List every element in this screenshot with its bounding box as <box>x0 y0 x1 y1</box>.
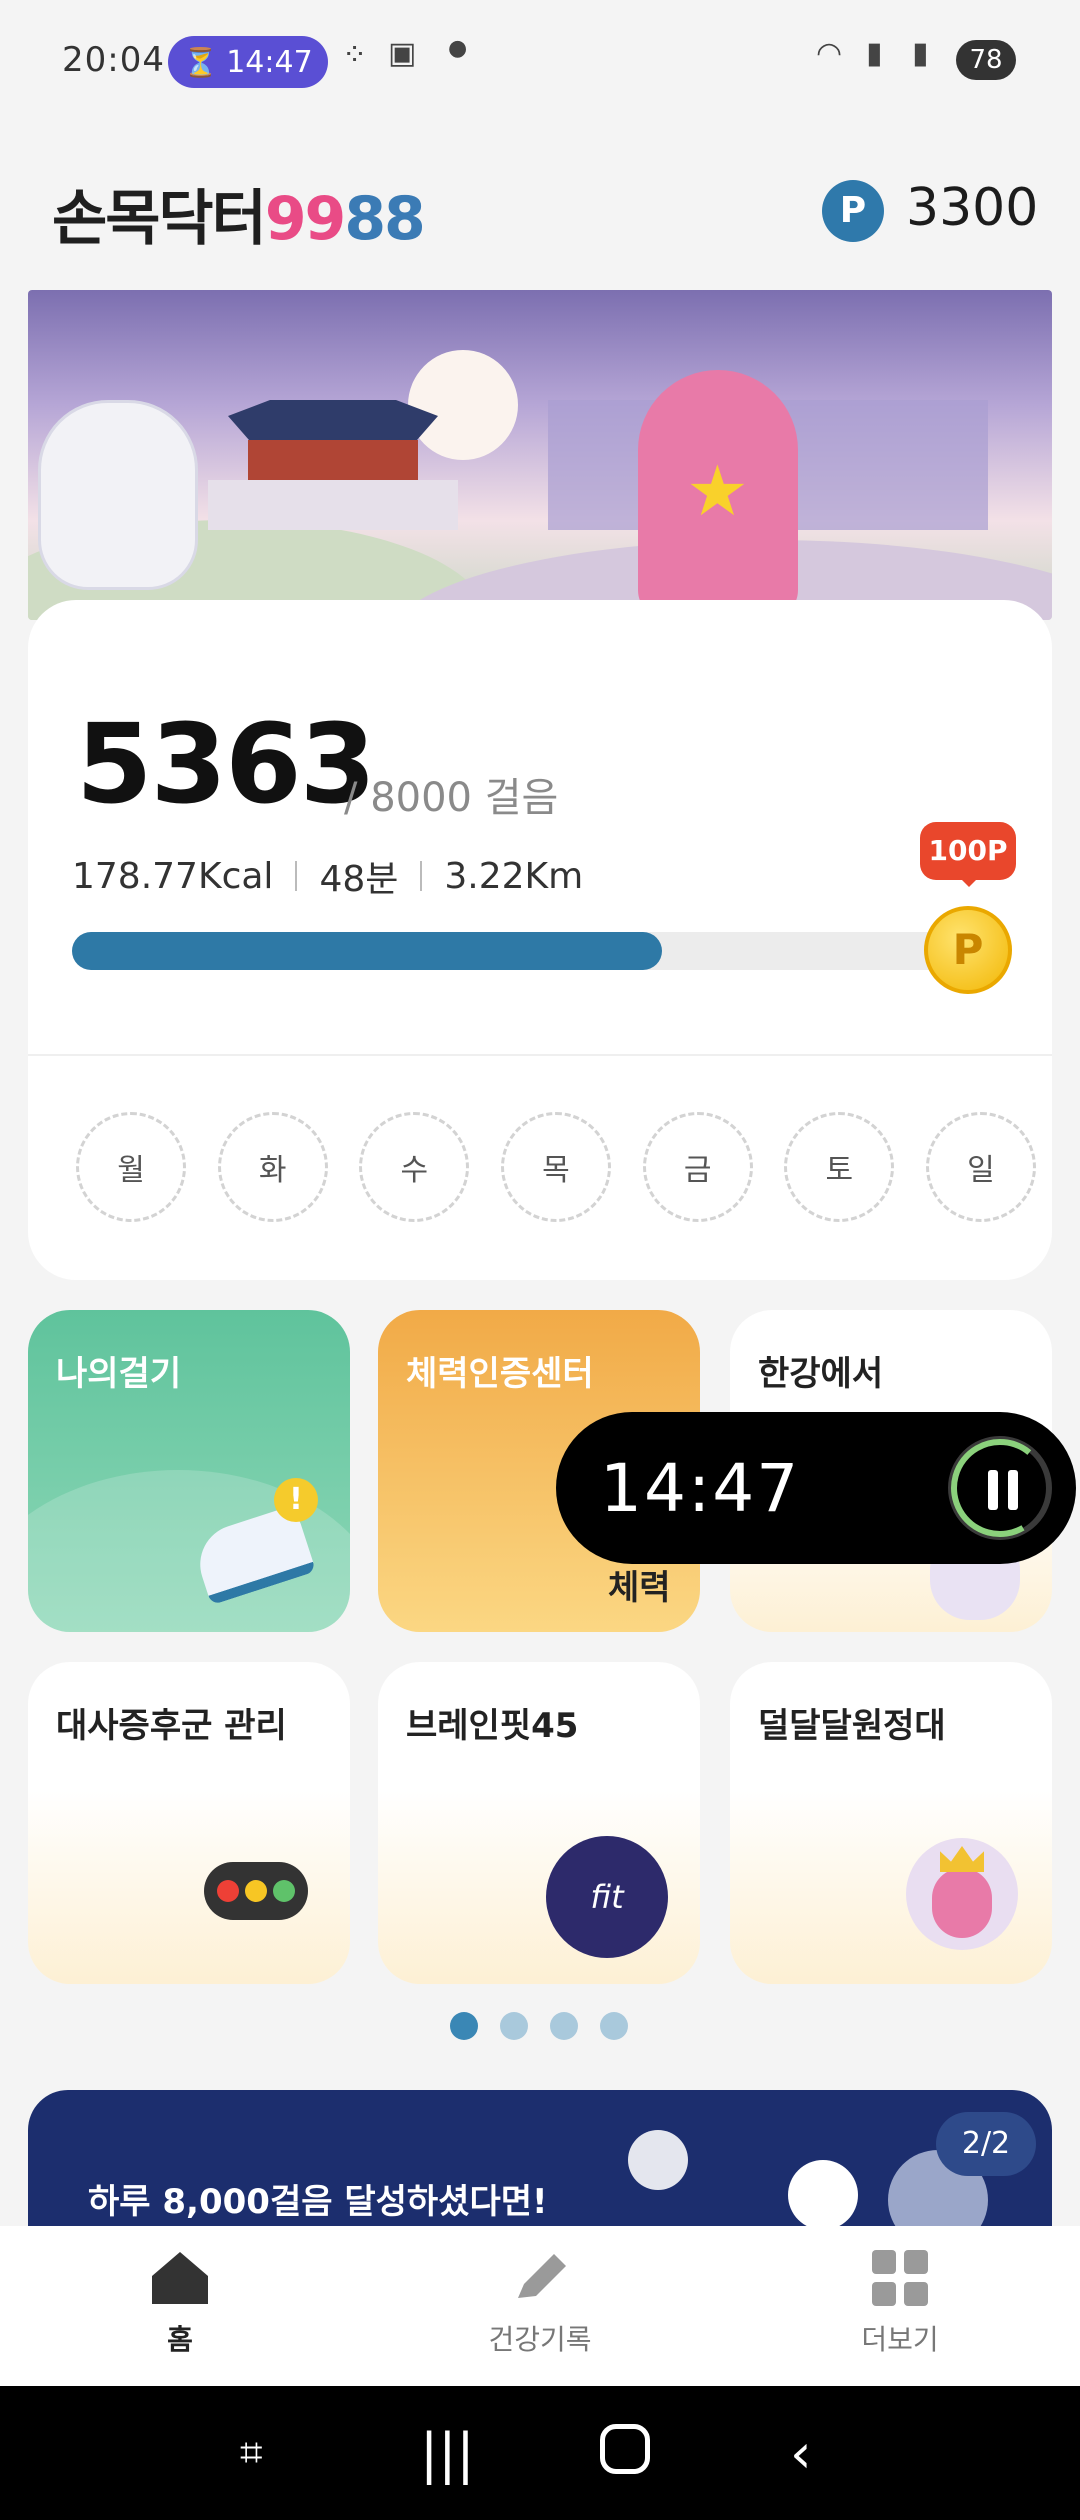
hourglass-icon: ⏳ <box>183 45 219 79</box>
mascot-decoration-icon <box>788 2160 858 2230</box>
timer-chip[interactable]: ⏳ 14:47 <box>168 36 328 88</box>
divider <box>295 861 298 891</box>
floating-timer-widget[interactable]: 14:47 <box>556 1412 1076 1564</box>
home-button[interactable] <box>600 2424 650 2474</box>
status-bar: 20:04 ⏳ 14:47 ⁘ ▣ ● ◠ ▮ ▮ 78 <box>0 0 1080 120</box>
floating-timer-time: 14:47 <box>600 1450 801 1527</box>
minutes-value: 48분 <box>319 859 399 900</box>
recent-apps-button[interactable]: ||| <box>420 2422 475 2485</box>
media-icon: ▣ <box>388 36 417 71</box>
page-dot-4[interactable] <box>600 2012 628 2040</box>
pause-button[interactable] <box>948 1436 1052 1540</box>
weekday-stamp-mon[interactable]: 월 <box>76 1112 186 1222</box>
promo-page-indicator: 2/2 <box>936 2112 1036 2176</box>
steps-goal: / 8000 걸음 <box>344 775 559 821</box>
nav-home[interactable]: 홈 <box>80 2250 280 2358</box>
pink-king-mascot-icon <box>906 1838 1018 1950</box>
app-notification-icon: ⁘ <box>342 38 368 73</box>
logo-99: 99 <box>264 184 346 254</box>
tile-fitness-center-label: 체력인증센터 <box>406 1354 594 1394</box>
weekday-stamp-tue[interactable]: 화 <box>217 1112 328 1222</box>
nav-home-label: 홈 <box>167 2323 193 2356</box>
screenshot-icon[interactable]: ⌗ <box>240 2430 263 2476</box>
tile-brainfit-label: 브레인핏45 <box>406 1706 579 1746</box>
logo-text: 손목닥터 <box>52 184 267 254</box>
wifi-icon: ◠ <box>816 36 843 71</box>
nav-more[interactable]: 더보기 <box>800 2250 1000 2358</box>
weekday-stamp-wed[interactable]: 수 <box>359 1112 470 1222</box>
steps-count: 5363 <box>76 700 376 828</box>
pencil-icon <box>518 2254 566 2298</box>
battery-indicator: 78 <box>956 40 1016 80</box>
weekday-stamps: 월 화 수 목 금 토 일 <box>76 1112 1036 1222</box>
signal-icon-2: ▮ <box>912 36 929 71</box>
distance-value: 3.22Km <box>444 855 584 897</box>
tile-hangang-label: 한강에서 <box>758 1354 884 1394</box>
tile-moon-label: 덜달달원정대 <box>758 1706 946 1746</box>
steps-progress-fill <box>72 932 662 970</box>
pause-icon <box>988 1470 1018 1510</box>
timer-chip-time: 14:47 <box>226 44 313 80</box>
tile-metabolic-label: 대사증후군 관리 <box>56 1706 287 1746</box>
nav-health-record-label: 건강기록 <box>488 2323 592 2356</box>
divider <box>420 861 423 891</box>
page-dot-1[interactable] <box>450 2012 478 2040</box>
stats-row: 178.77Kcal 48분 3.22Km <box>72 850 583 902</box>
tile-my-walk-label: 나의걸기 <box>56 1354 182 1394</box>
weekday-stamp-sat[interactable]: 토 <box>784 1112 895 1222</box>
weekday-stamp-fri[interactable]: 금 <box>642 1112 753 1222</box>
reward-coin-button[interactable]: P <box>924 906 1012 994</box>
page-dot-2[interactable] <box>500 2012 528 2040</box>
back-button[interactable]: ‹ <box>790 2422 812 2485</box>
page-indicator <box>450 2012 628 2040</box>
tile-moon-expedition[interactable]: 덜달달원정대 <box>730 1662 1052 1984</box>
weekday-stamp-sun[interactable]: 일 <box>925 1112 1036 1222</box>
weekday-stamp-thu[interactable]: 목 <box>500 1112 611 1222</box>
nav-health-record[interactable]: 건강기록 <box>440 2250 640 2358</box>
status-time: 20:04 <box>62 40 165 80</box>
points-icon[interactable]: P <box>822 180 884 242</box>
home-icon <box>152 2252 208 2304</box>
tile-metabolic-syndrome[interactable]: 대사증후군 관리 <box>28 1662 350 1984</box>
traffic-light-icon <box>204 1862 308 1920</box>
notification-dot-icon: ● <box>448 36 468 61</box>
fitness-sub-label: 체력 <box>608 1568 671 1608</box>
tile-my-walk[interactable]: 나의걸기 ! <box>28 1310 350 1632</box>
pink-mascot-icon: ★ <box>638 370 798 620</box>
grid-icon <box>872 2250 928 2306</box>
coin-decoration-icon <box>628 2130 688 2190</box>
steps-card[interactable]: 5363 / 8000 걸음 178.77Kcal 48분 3.22Km 100… <box>28 600 1052 1280</box>
steps-progress-bar <box>72 932 952 970</box>
signal-icon: ▮ <box>866 36 883 71</box>
card-divider <box>28 1054 1052 1056</box>
points-value[interactable]: 3300 <box>906 178 1038 238</box>
promo-text: 하루 8,000걸음 달성하셨다면! <box>88 2182 548 2222</box>
alert-icon: ! <box>274 1478 318 1522</box>
app-logo: 손목닥터9988 <box>52 170 426 257</box>
logo-88: 88 <box>344 184 425 254</box>
nav-more-label: 더보기 <box>861 2323 939 2356</box>
reward-tag: 100P <box>920 822 1016 887</box>
brainfit-logo-icon: fit <box>546 1836 668 1958</box>
tile-brainfit45[interactable]: 브레인핏45 fit <box>378 1662 700 1984</box>
palace-illustration <box>208 400 458 530</box>
hero-banner: ★ <box>28 290 1052 620</box>
calories-value: 178.77Kcal <box>72 855 274 897</box>
page-dot-3[interactable] <box>550 2012 578 2040</box>
bottom-navigation: 홈 건강기록 더보기 <box>0 2226 1080 2386</box>
white-mascot-icon <box>38 400 198 590</box>
system-navigation-bar: ⌗ ||| ‹ <box>0 2386 1080 2520</box>
